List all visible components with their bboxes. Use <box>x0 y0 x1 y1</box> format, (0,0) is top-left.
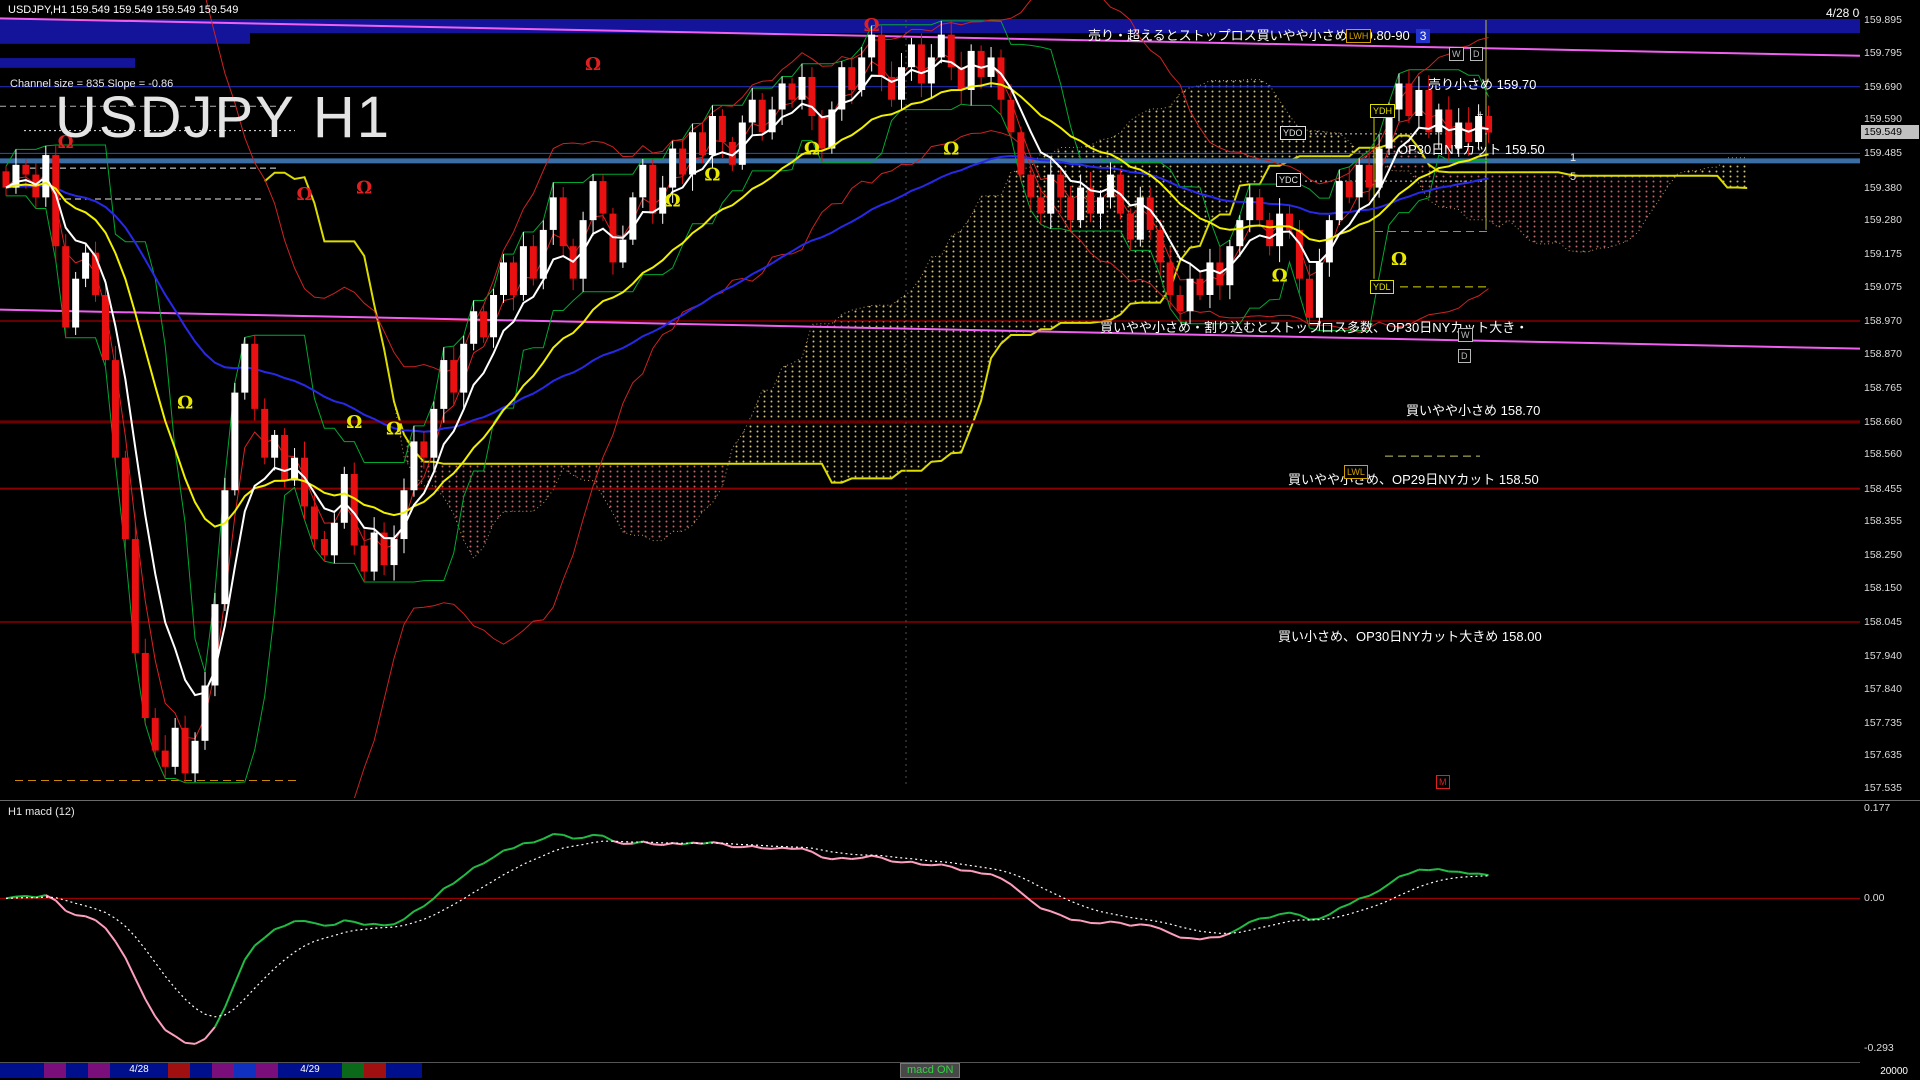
price-tick: 158.355 <box>1864 515 1902 528</box>
price-tick: 158.660 <box>1864 415 1902 428</box>
timeline-segment <box>234 1063 256 1078</box>
price-tick: 158.870 <box>1864 347 1902 360</box>
order-note: 売り・超えるとストップロス買いやや小さめ 159.80-90 3 <box>1088 25 1431 44</box>
timeline-segment <box>168 1063 190 1078</box>
omega-marker: Ω <box>943 139 959 160</box>
timeline-segment <box>66 1063 88 1078</box>
order-note: 買いやや小さめ 158.70 <box>1406 403 1541 419</box>
price-tick: 159.485 <box>1864 147 1902 160</box>
omega-marker: Ω <box>704 165 720 186</box>
price-chart-canvas[interactable]: ΩΩ ΩΩΩΩΩ ΩΩΩΩ ΩΩΩ <box>0 0 1920 1080</box>
timeline-segment: 4/28 <box>110 1063 168 1078</box>
timeline-segment <box>190 1063 212 1078</box>
chart-glyph: + <box>1477 109 1484 121</box>
price-tick: 158.045 <box>1864 616 1902 629</box>
omega-marker: Ω <box>356 178 372 199</box>
timeline-segment <box>386 1063 422 1078</box>
timeline-segment <box>256 1063 278 1078</box>
level-label-m: M <box>1436 775 1450 790</box>
order-note: OP30日NYカット 159.50 <box>1398 141 1545 157</box>
price-tick: 158.150 <box>1864 581 1902 594</box>
price-tick: 158.765 <box>1864 381 1902 394</box>
omega-marker: Ω <box>665 191 681 212</box>
price-tick: 158.455 <box>1864 482 1902 495</box>
volume-scale-label: 20000 <box>1880 1066 1908 1077</box>
timeline-segment: 4/29 <box>278 1063 342 1078</box>
price-axis[interactable]: 159.895 159.795 159.690 159.590 159.485 159.3… <box>1860 0 1920 1080</box>
omega-marker: Ω <box>1391 249 1407 270</box>
price-tick: 159.590 <box>1864 113 1902 126</box>
macd-tick: 0.00 <box>1864 892 1885 905</box>
level-label-ydc: YDC <box>1276 173 1302 188</box>
level-label-lwl: LWL <box>1344 465 1368 480</box>
price-tick: 157.535 <box>1864 782 1902 794</box>
omega-marker: Ω <box>804 139 820 160</box>
timeline-filler <box>422 1063 1860 1078</box>
omega-marker: Ω <box>346 412 362 433</box>
date-label: 4/28 <box>129 1064 149 1075</box>
price-tick: 157.840 <box>1864 682 1902 695</box>
current-price-tag: 159.549 <box>1861 124 1919 139</box>
price-tick: 159.380 <box>1864 181 1902 194</box>
order-note: 買いやや小さめ、OP29日NYカット 158.50 <box>1288 472 1539 488</box>
timeline-segment <box>364 1063 386 1078</box>
price-tick: 158.970 <box>1864 315 1902 328</box>
timeline-segment <box>342 1063 364 1078</box>
macd-tick: -0.293 <box>1864 1042 1894 1054</box>
omega-marker: Ω <box>585 54 601 75</box>
date-label: 4/29 <box>300 1064 320 1075</box>
price-tick: 159.895 <box>1864 14 1902 26</box>
order-note: 売り小さめ 159.70 <box>1428 76 1537 92</box>
omega-marker: Ω <box>1272 265 1288 286</box>
price-tick: 159.075 <box>1864 280 1902 293</box>
symbol-watermark: USDJPY H1 <box>55 85 392 150</box>
price-tick: 157.940 <box>1864 650 1902 663</box>
timeline-segment <box>0 1063 44 1078</box>
price-tick: 157.735 <box>1864 716 1902 729</box>
level-label-ydo: YDO <box>1280 125 1306 140</box>
macd-indicator-label: H1 macd (12) <box>8 806 75 818</box>
note-badge: 3 <box>1415 29 1431 44</box>
chart-glyph: 1 <box>1570 151 1577 164</box>
macd-tick: 0.177 <box>1864 802 1891 814</box>
level-label-w: W <box>1449 46 1464 61</box>
mt4-chart-window: ΩΩΩΩΩΩΩΩΩΩΩΩΩΩ USDJPY,H1 159.549 159.549… <box>0 0 1920 1080</box>
timeline-segment <box>88 1063 110 1078</box>
level-label-lwh: LWH <box>1346 29 1372 44</box>
price-tick: 159.795 <box>1864 46 1902 59</box>
omega-marker: Ω <box>177 392 193 413</box>
level-label-d: D <box>1458 349 1471 364</box>
panel-separator <box>0 800 1920 801</box>
level-label-w: W <box>1458 327 1473 342</box>
price-tick: 159.175 <box>1864 248 1902 261</box>
level-label-ydl: YDL <box>1370 279 1394 294</box>
timeline-segment <box>212 1063 234 1078</box>
level-label-d: D <box>1470 46 1483 61</box>
omega-marker: Ω <box>296 184 312 205</box>
chart-glyph: 5 <box>1570 171 1577 184</box>
order-note: 買い小さめ、OP30日NYカット大きめ 158.00 <box>1278 629 1542 645</box>
price-tick: 159.280 <box>1864 214 1902 227</box>
omega-marker: Ω <box>864 15 880 36</box>
omega-marker: Ω <box>386 418 402 439</box>
price-tick: 158.560 <box>1864 448 1902 461</box>
price-tick: 157.635 <box>1864 749 1902 762</box>
level-label-ydh: YDH <box>1370 104 1396 119</box>
macd-toggle-button[interactable]: macd ON <box>900 1063 961 1078</box>
symbol-ohlc-title: USDJPY,H1 159.549 159.549 159.549 159.54… <box>8 4 239 16</box>
price-tick: 159.690 <box>1864 80 1902 93</box>
price-tick: 158.250 <box>1864 549 1902 562</box>
timeline-segment <box>44 1063 66 1078</box>
